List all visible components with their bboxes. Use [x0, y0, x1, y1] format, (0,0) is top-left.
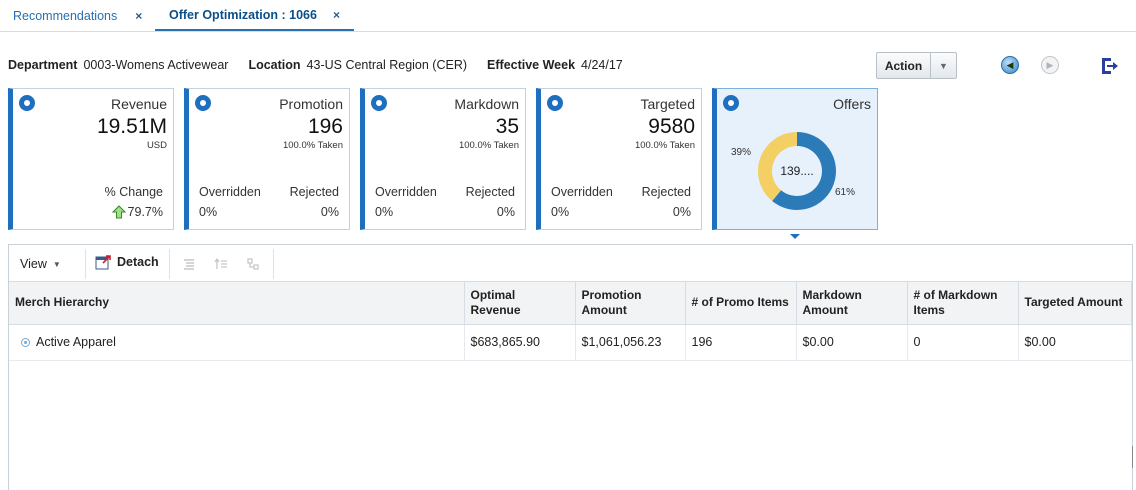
tile-value: 196 [307, 115, 343, 138]
tile-unit: USD [146, 140, 167, 151]
hierarchy-icon[interactable] [245, 256, 261, 272]
rejected-label: Rejected [465, 185, 515, 199]
exit-icon[interactable] [1099, 56, 1119, 76]
week-label: Effective Week [487, 58, 576, 72]
table-cell: 196 [685, 324, 797, 361]
change-indicator: 79.7% [111, 205, 163, 219]
offers-donut-chart: 139.... 39% 61% [731, 132, 855, 210]
tile-title: Promotion [279, 96, 343, 112]
arrow-up-icon [111, 205, 126, 219]
close-icon[interactable]: × [333, 8, 340, 22]
table-cell: $683,865.90 [464, 324, 576, 361]
overridden-value: 0% [375, 205, 394, 219]
action-button[interactable]: Action ▼ [876, 52, 957, 79]
rejected-label: Rejected [641, 185, 691, 199]
tile-title: Revenue [110, 96, 167, 112]
table-header-row: Merch Hierarchy Optimal Revenue Promotio… [9, 282, 1132, 325]
tab-label: Offer Optimization : 1066 [169, 7, 317, 22]
close-icon[interactable]: × [135, 9, 142, 23]
offers-tile[interactable]: Offers 139.... 39% 61% [712, 88, 878, 230]
location-label: Location [248, 58, 301, 72]
department-label: Department [8, 58, 78, 72]
table-cell: Active Apparel [9, 324, 465, 361]
radio-icon[interactable] [371, 95, 387, 111]
tile-value: 9580 [648, 115, 695, 138]
change-label: % Change [104, 185, 163, 199]
detach-label: Detach [117, 255, 159, 269]
column-header[interactable]: Markdown Amount [796, 282, 908, 325]
rejected-value: 0% [496, 205, 515, 219]
tab-bar: Recommendations × Offer Optimization : 1… [0, 0, 1136, 32]
column-header[interactable]: Targeted Amount [1018, 282, 1132, 325]
revenue-tile[interactable]: Revenue 19.51M USD % Change 79.7% [8, 88, 174, 230]
merch-name: Active Apparel [36, 335, 116, 349]
radio-icon[interactable] [195, 95, 211, 111]
column-header[interactable]: # of Markdown Items [907, 282, 1019, 325]
rejected-value: 0% [320, 205, 339, 219]
table-cell: 0 [907, 324, 1019, 361]
divider [169, 249, 170, 279]
detach-button[interactable]: Detach [95, 254, 159, 270]
table-cell: $1,061,056.23 [575, 324, 686, 361]
tile-title: Targeted [640, 96, 695, 112]
scrollbar-marker[interactable] [1132, 446, 1136, 468]
change-value: 79.7% [127, 205, 163, 219]
column-header[interactable]: Merch Hierarchy [9, 282, 465, 325]
location-value: 43-US Central Region (CER) [306, 58, 468, 72]
tile-value: 19.51M [96, 115, 167, 138]
tile-taken: 100.0% Taken [282, 140, 343, 151]
next-icon[interactable]: ▶ [1041, 56, 1059, 74]
view-label: View [20, 257, 47, 271]
rejected-value: 0% [672, 205, 691, 219]
divider [85, 249, 86, 279]
divider [273, 249, 274, 279]
context-bar: Department 0003-Womens Activewear Locatio… [8, 58, 643, 72]
tile-taken: 100.0% Taken [458, 140, 519, 151]
table-cell: $0.00 [796, 324, 908, 361]
rejected-label: Rejected [289, 185, 339, 199]
tab-offer-optimization[interactable]: Offer Optimization : 1066 × [155, 0, 354, 31]
tab-recommendations[interactable]: Recommendations × [13, 0, 142, 31]
tile-value: 35 [495, 115, 519, 138]
week-value: 4/24/17 [581, 58, 623, 72]
selected-pointer-icon [790, 234, 800, 239]
view-menu[interactable]: View ▼ [13, 253, 68, 275]
department-value: 0003-Womens Activewear [83, 58, 229, 72]
overridden-value: 0% [551, 205, 570, 219]
donut-center-label: 139.... [780, 164, 813, 178]
collapse-all-icon[interactable] [213, 256, 229, 272]
node-icon[interactable] [21, 338, 30, 348]
overridden-value: 0% [199, 205, 218, 219]
donut-left-label: 39% [731, 147, 751, 158]
overridden-label: Overridden [199, 185, 261, 199]
table-row[interactable]: Active Apparel $683,865.90 $1,061,056.23… [9, 324, 1132, 361]
overridden-label: Overridden [551, 185, 613, 199]
chevron-down-icon: ▼ [52, 259, 61, 269]
table-cell: $0.00 [1018, 324, 1132, 361]
results-panel: View ▼ Detach Merch Hierarchy Optimal Re… [8, 244, 1133, 490]
column-header[interactable]: Promotion Amount [575, 282, 686, 325]
column-header[interactable]: # of Promo Items [685, 282, 797, 325]
previous-icon[interactable]: ◀ [1001, 56, 1019, 74]
chevron-down-icon[interactable]: ▼ [931, 53, 956, 78]
markdown-tile[interactable]: Markdown 35 100.0% Taken Overridden Reje… [360, 88, 526, 230]
expand-all-icon[interactable] [181, 256, 197, 272]
radio-icon[interactable] [547, 95, 563, 111]
tile-taken: 100.0% Taken [634, 140, 695, 151]
action-label: Action [877, 53, 931, 78]
table-toolbar: View ▼ Detach [9, 245, 1132, 282]
donut-right-label: 61% [835, 187, 855, 198]
overridden-label: Overridden [375, 185, 437, 199]
targeted-tile[interactable]: Targeted 9580 100.0% Taken Overridden Re… [536, 88, 702, 230]
tab-label: Recommendations [13, 8, 118, 23]
radio-icon[interactable] [19, 95, 35, 111]
results-table: Merch Hierarchy Optimal Revenue Promotio… [9, 282, 1132, 361]
tile-title: Markdown [454, 96, 519, 112]
column-header[interactable]: Optimal Revenue [464, 282, 576, 325]
detach-icon [95, 255, 111, 270]
promotion-tile[interactable]: Promotion 196 100.0% Taken Overridden Re… [184, 88, 350, 230]
